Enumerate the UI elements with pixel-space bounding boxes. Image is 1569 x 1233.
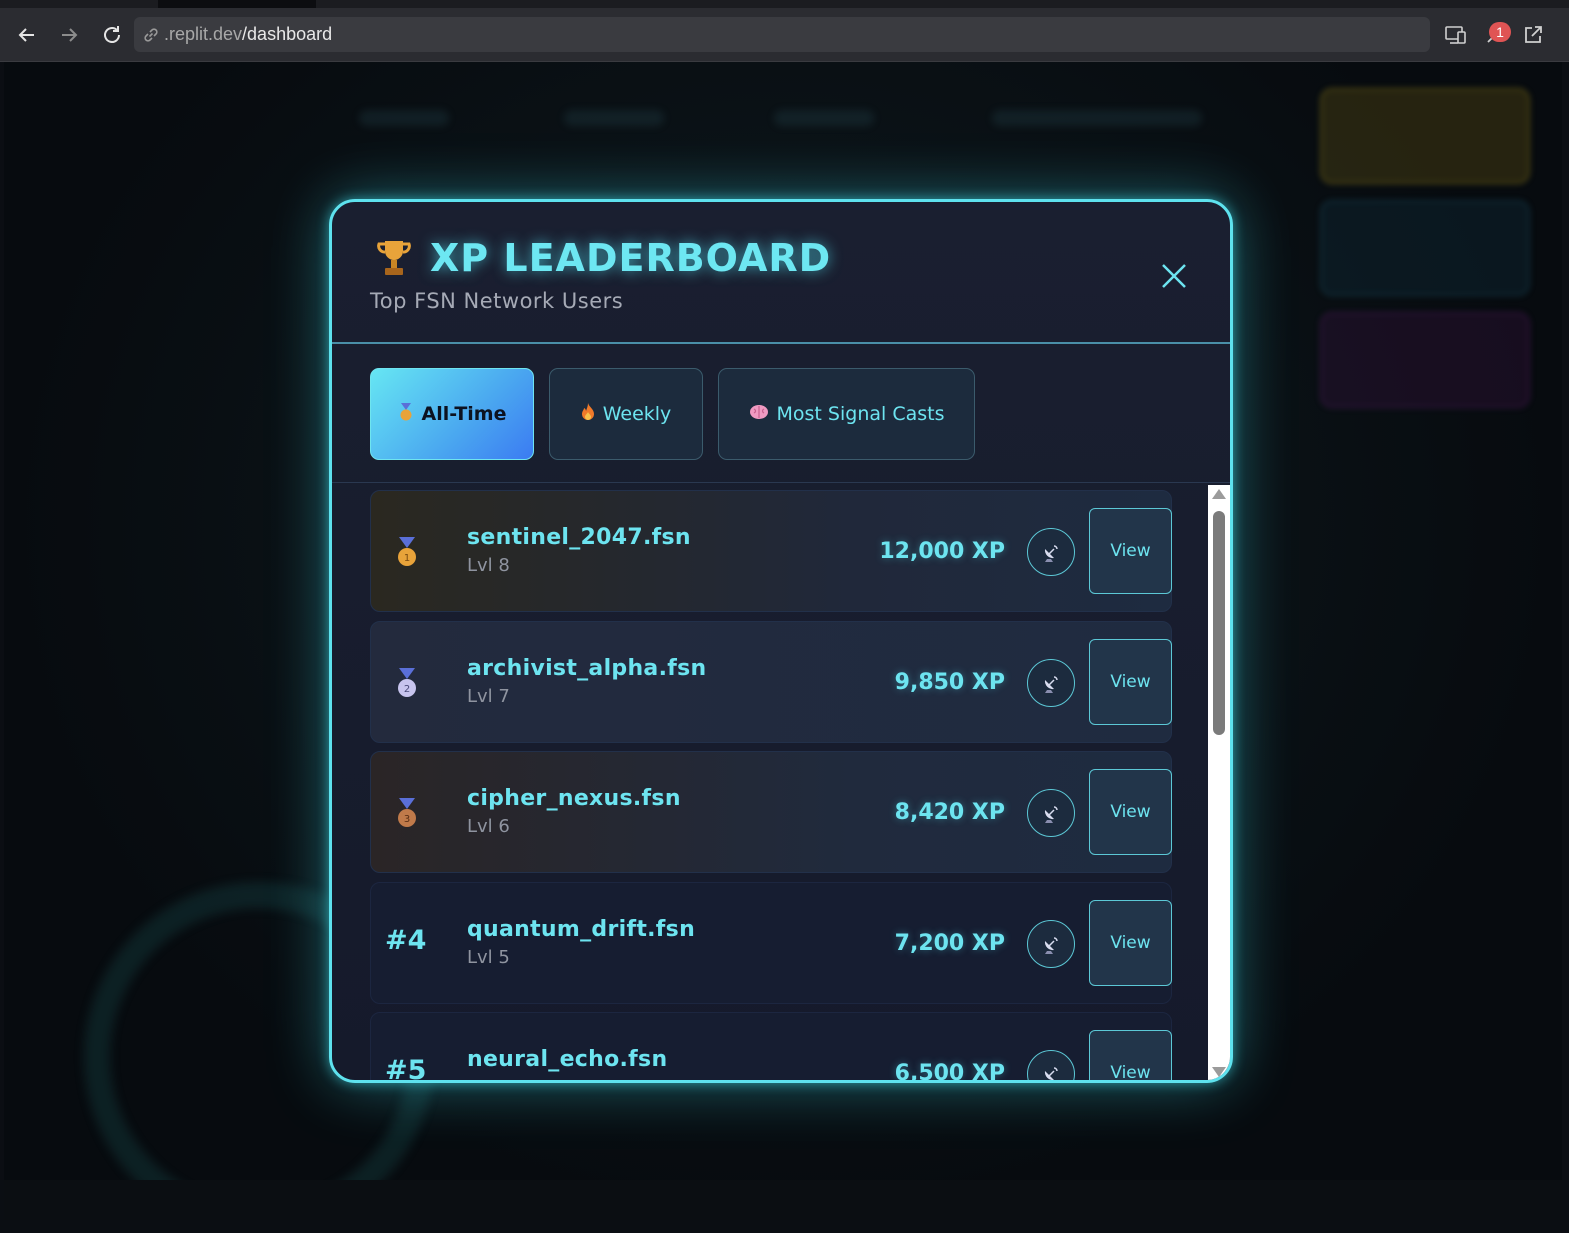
arrow-left-icon [18, 28, 34, 42]
leaderboard-row: #5 neural_echo.fsn 6,500 XP View [370, 1012, 1172, 1083]
bg-nav-item [564, 110, 664, 126]
tab-most-signal-casts[interactable]: Most Signal Casts [718, 368, 975, 460]
trophy-icon [377, 241, 411, 275]
bg-card [1320, 88, 1530, 184]
username: neural_echo.fsn [467, 1047, 668, 1072]
xp-value: 7,200 XP [894, 931, 1005, 956]
svg-text:1: 1 [404, 553, 410, 564]
url-host: .replit.dev [164, 24, 243, 44]
signal-cast-button[interactable] [1027, 920, 1075, 968]
xp-value: 9,850 XP [894, 670, 1005, 695]
bg-nav-item [774, 110, 874, 126]
browser-toolbar: .replit.dev/dashboard 1 [0, 8, 1569, 62]
scrollbar-thumb[interactable] [1213, 511, 1225, 735]
gold-medal-icon: 1 [398, 537, 416, 566]
modal-header: XP LEADERBOARD Top FSN Network Users [332, 202, 1230, 344]
leaderboard-modal: XP LEADERBOARD Top FSN Network Users All… [329, 199, 1233, 1083]
address-bar[interactable]: .replit.dev/dashboard [134, 17, 1430, 52]
signal-cast-button[interactable] [1027, 528, 1075, 576]
brain-icon [749, 404, 769, 424]
browser-tab[interactable] [158, 0, 316, 8]
satellite-dish-icon [1044, 806, 1058, 823]
leaderboard-row: 3 cipher_nexus.fsn Lvl 6 8,420 XP View [370, 751, 1172, 873]
tab-weekly[interactable]: Weekly [549, 368, 703, 460]
bg-nav-item [992, 110, 1202, 126]
view-button[interactable]: View [1089, 639, 1172, 725]
satellite-dish-icon [1044, 937, 1058, 954]
url-path: /dashboard [242, 24, 333, 44]
close-icon[interactable] [1158, 260, 1190, 292]
modal-subtitle: Top FSN Network Users [370, 289, 624, 313]
leaderboard-row: 2 archivist_alpha.fsn Lvl 7 9,850 XP Vie… [370, 621, 1172, 743]
reload-button[interactable] [97, 20, 127, 50]
xp-value: 6,500 XP [894, 1061, 1005, 1083]
back-button[interactable] [12, 20, 42, 50]
bg-footer [4, 1180, 1562, 1220]
scroll-down-arrow-icon[interactable] [1212, 1067, 1226, 1077]
user-level: Lvl 7 [467, 686, 510, 707]
silver-medal-icon: 2 [398, 668, 416, 697]
link-icon [144, 27, 158, 42]
username: cipher_nexus.fsn [467, 786, 681, 811]
open-external-button[interactable] [1518, 20, 1548, 50]
tabs-divider [332, 482, 1230, 483]
bronze-medal-icon: 3 [398, 798, 416, 827]
modal-title: XP LEADERBOARD [430, 236, 832, 280]
bg-card [1320, 200, 1530, 296]
bg-nav-item [359, 110, 449, 126]
svg-text:3: 3 [404, 814, 410, 825]
username: sentinel_2047.fsn [467, 525, 691, 550]
scroll-up-arrow-icon[interactable] [1212, 489, 1226, 499]
medal-icon [398, 403, 414, 425]
satellite-dish-icon [1044, 1067, 1058, 1080]
leaderboard-tabs: All-Time Weekly Most Signal Casts [370, 368, 975, 460]
leaderboard-row: #4 quantum_drift.fsn Lvl 5 7,200 XP View [370, 882, 1172, 1004]
xp-value: 8,420 XP [894, 800, 1005, 825]
view-button[interactable]: View [1089, 508, 1172, 594]
view-button[interactable]: View [1089, 769, 1172, 855]
username: archivist_alpha.fsn [467, 656, 707, 681]
user-level: Lvl 5 [467, 947, 510, 968]
view-button[interactable]: View [1089, 1030, 1172, 1080]
signal-cast-button[interactable] [1027, 1050, 1075, 1080]
rank-number: #5 [385, 1055, 427, 1083]
devices-icon [1445, 26, 1466, 44]
view-button[interactable]: View [1089, 900, 1172, 986]
tab-label: All-Time [421, 403, 507, 425]
fire-icon [581, 403, 595, 425]
device-preview-button[interactable] [1441, 20, 1471, 50]
browser-tab-strip [0, 0, 1569, 8]
external-link-icon [1525, 26, 1542, 43]
tab-label: Weekly [602, 403, 672, 425]
tab-all-time[interactable]: All-Time [370, 368, 534, 460]
user-level: Lvl 8 [467, 555, 510, 576]
username: quantum_drift.fsn [467, 917, 696, 942]
satellite-dish-icon [1044, 545, 1058, 562]
reload-icon [104, 26, 120, 43]
forward-button[interactable] [54, 20, 84, 50]
svg-text:2: 2 [404, 684, 410, 695]
bg-card [1320, 312, 1530, 408]
user-level: Lvl 6 [467, 816, 510, 837]
signal-cast-button[interactable] [1027, 789, 1075, 837]
list-scrollbar[interactable] [1208, 485, 1230, 1080]
satellite-dish-icon [1044, 676, 1058, 693]
notification-badge: 1 [1489, 22, 1511, 42]
arrow-right-icon [62, 28, 78, 42]
xp-value: 12,000 XP [879, 539, 1005, 564]
leaderboard-row: 1 sentinel_2047.fsn Lvl 8 12,000 XP View [370, 490, 1172, 612]
tab-label: Most Signal Casts [776, 403, 945, 425]
rank-number: #4 [385, 925, 427, 956]
signal-cast-button[interactable] [1027, 659, 1075, 707]
